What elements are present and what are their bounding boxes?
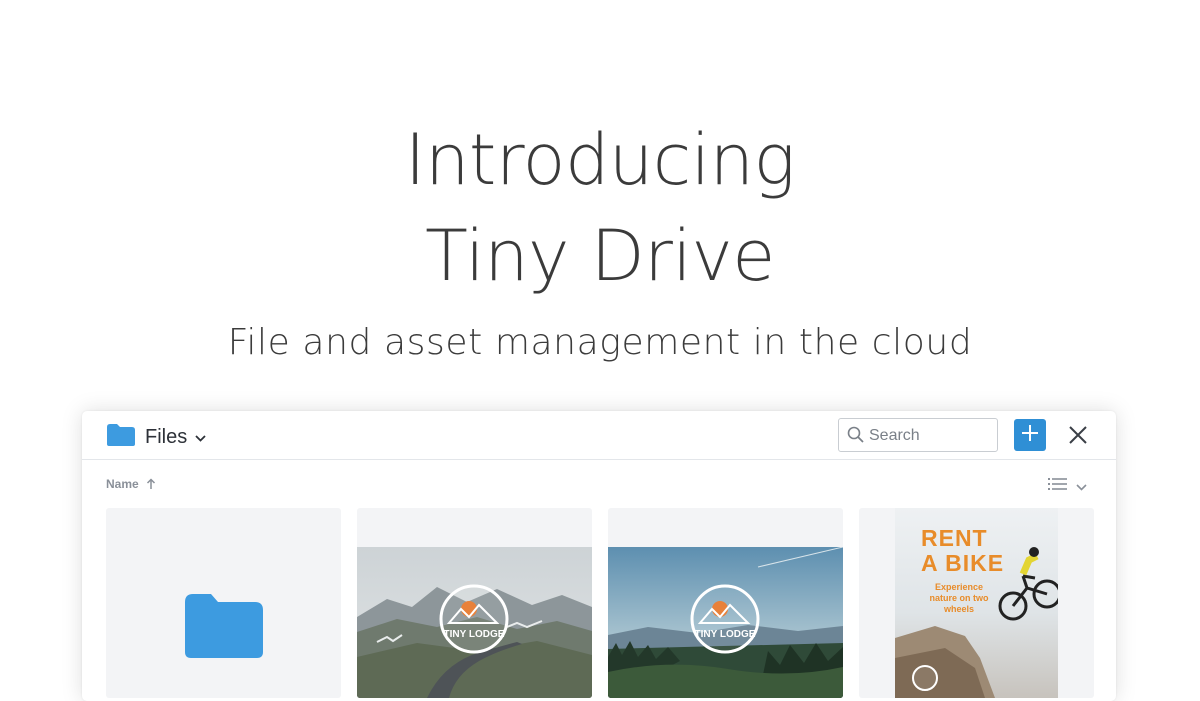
view-mode-dropdown[interactable]	[1048, 477, 1087, 496]
poster-headline-line2: A BIKE	[921, 550, 1005, 576]
logo-text: TINY LODGE	[695, 629, 756, 640]
hero-subtitle: File and asset management in the cloud	[227, 322, 973, 363]
forest-landscape-image: TINY LODGE	[608, 547, 843, 698]
poster-headline-line1: RENT	[921, 525, 988, 551]
close-button[interactable]	[1066, 423, 1090, 447]
toolbar: Files	[82, 411, 1116, 460]
folder-icon	[185, 594, 263, 663]
poster-tagline: Experience nature on two wheels	[929, 582, 989, 614]
folder-icon	[106, 423, 136, 452]
folder-tile[interactable]	[106, 508, 341, 698]
search-box[interactable]	[838, 418, 998, 452]
chevron-down-icon	[195, 429, 206, 447]
arrow-up-icon	[146, 478, 155, 489]
close-icon	[1066, 426, 1090, 451]
image-tile-mountain-road[interactable]: TINY LODGE	[357, 508, 592, 698]
image-tile-bike-poster[interactable]: RENT A BIKE Experience nature on two whe…	[859, 508, 1094, 698]
chevron-down-icon	[1076, 478, 1087, 496]
list-view-icon	[1048, 477, 1068, 496]
sort-by-name-button[interactable]: Name	[106, 477, 156, 491]
tiny-drive-window: Files Name	[82, 411, 1116, 701]
folder-dropdown-button[interactable]: Files	[106, 423, 206, 452]
hero-title-line1: Introducing	[404, 119, 796, 201]
plus-icon	[1021, 424, 1039, 447]
add-button[interactable]	[1014, 419, 1046, 451]
mountain-road-image: TINY LODGE	[357, 547, 592, 698]
search-input[interactable]	[867, 423, 993, 449]
search-icon	[847, 426, 864, 448]
sort-label: Name	[106, 477, 139, 491]
logo-text: TINY LODGE	[444, 629, 505, 640]
folder-label: Files	[145, 426, 188, 448]
image-tile-forest[interactable]: TINY LODGE	[608, 508, 843, 698]
poster-text: RENT A BIKE Experience nature on two whe…	[921, 526, 1004, 615]
hero-title-line2: Tiny Drive	[425, 215, 775, 297]
